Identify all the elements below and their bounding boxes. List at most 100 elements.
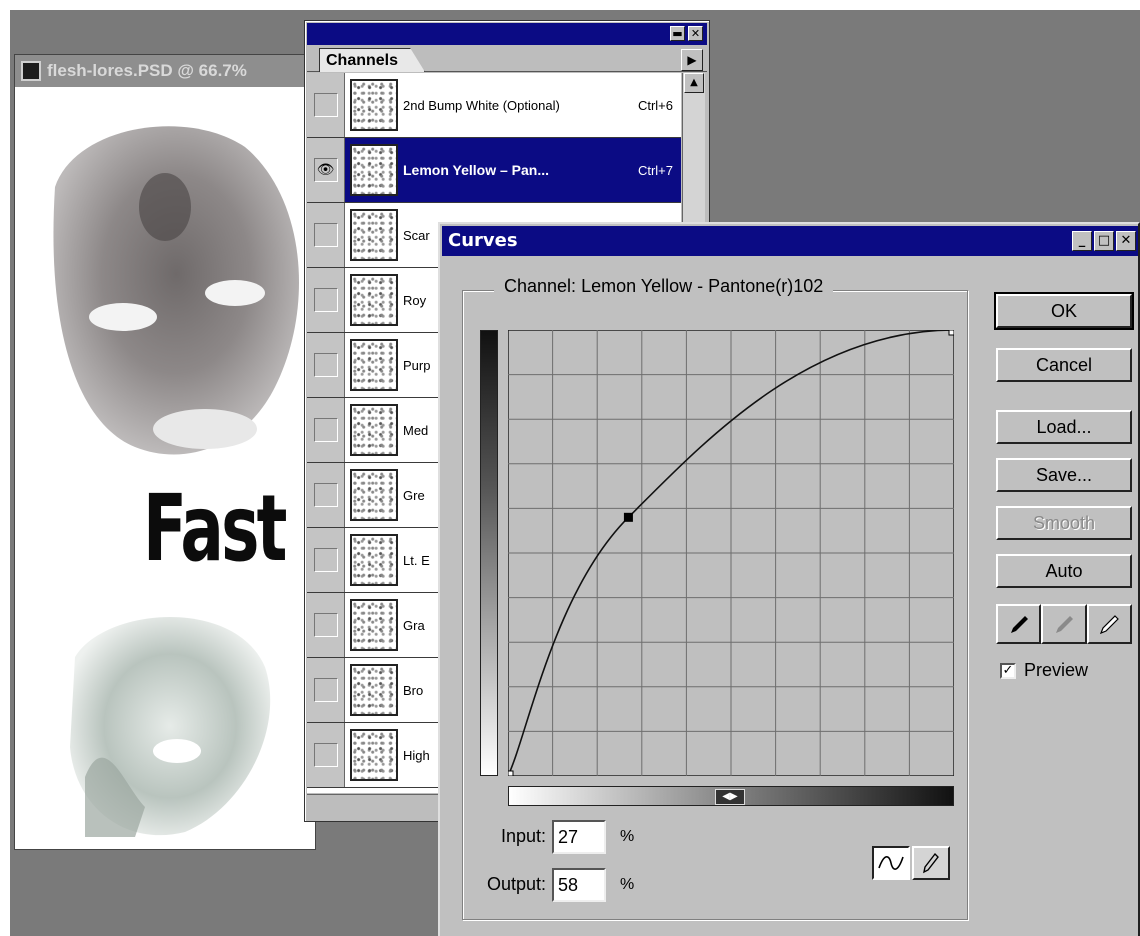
- channel-label: Channel:: [504, 276, 577, 296]
- palette-minimize-button[interactable]: ▬: [670, 26, 685, 41]
- channel-thumbnail: [350, 599, 398, 651]
- channel-thumbnail: [350, 469, 398, 521]
- channel-thumbnail: [350, 79, 398, 131]
- visibility-box[interactable]: [313, 678, 338, 702]
- save-button[interactable]: Save...: [996, 458, 1132, 492]
- visibility-box[interactable]: [313, 353, 338, 377]
- ok-button[interactable]: OK: [994, 292, 1134, 330]
- visibility-toggle[interactable]: [307, 658, 345, 722]
- channel-label-group: Channel: Lemon Yellow - Pantone(r)102: [494, 276, 834, 297]
- curves-dialog[interactable]: Curves _ □ ✕ Channel: Lemon Yellow - Pan…: [438, 222, 1140, 936]
- headline-text: Fast: [143, 475, 287, 582]
- input-label: Input:: [500, 826, 546, 846]
- document-window[interactable]: flesh-lores.PSD @ 66.7% Fast: [14, 54, 316, 850]
- eyedropper-group: [996, 604, 1132, 644]
- preview-label: Preview: [1024, 660, 1089, 680]
- preview-checkbox[interactable]: ✓: [1000, 662, 1016, 679]
- face-lips: [153, 409, 257, 449]
- curve-control-point[interactable]: [948, 330, 954, 336]
- visibility-toggle[interactable]: [307, 528, 345, 592]
- document-canvas[interactable]: Fast: [15, 87, 315, 849]
- face-bottom-lips: [153, 739, 201, 763]
- dialog-close-button[interactable]: ✕: [1116, 231, 1136, 251]
- visibility-box[interactable]: [313, 418, 338, 442]
- curves-graph[interactable]: [508, 330, 954, 776]
- visibility-box[interactable]: [313, 93, 338, 117]
- gray-eyedropper-icon: [1055, 616, 1073, 633]
- scroll-up-button[interactable]: ▲: [684, 73, 704, 93]
- palette-tabs: Channels ▶: [307, 45, 707, 72]
- white-eyedropper-icon: [1100, 615, 1120, 635]
- palette-close-button[interactable]: ✕: [688, 26, 703, 41]
- load-button[interactable]: Load...: [996, 410, 1132, 444]
- output-gradient-bar: [480, 330, 498, 776]
- visibility-toggle[interactable]: [307, 268, 345, 332]
- curve-control-point[interactable]: [623, 512, 633, 522]
- channel-thumbnail: [350, 209, 398, 261]
- curve-tool-icon: [878, 856, 904, 870]
- curve-tool-button[interactable]: [872, 846, 910, 880]
- dialog-minimize-button[interactable]: _: [1072, 231, 1092, 251]
- channel-thumbnail: [350, 534, 398, 586]
- visibility-box[interactable]: [313, 288, 338, 312]
- visibility-box[interactable]: [313, 548, 338, 572]
- channel-shortcut: Ctrl+6: [637, 97, 673, 113]
- channel-name: Lemon Yellow – Pan...: [403, 162, 550, 178]
- visibility-toggle[interactable]: [307, 463, 345, 527]
- channel-value: Lemon Yellow - Pantone(r)102: [581, 276, 824, 296]
- canvas-artwork: [53, 126, 299, 837]
- pencil-icon: [923, 852, 939, 874]
- output-field[interactable]: 58: [552, 868, 606, 902]
- channel-thumbnail: [350, 144, 398, 196]
- white-eyedropper-button[interactable]: [1086, 604, 1132, 644]
- eye-icon: 👁: [316, 162, 335, 178]
- curve-tool-group: [872, 846, 952, 882]
- channel-thumbnail: [350, 729, 398, 781]
- visibility-toggle[interactable]: [307, 398, 345, 462]
- document-titlebar[interactable]: flesh-lores.PSD @ 66.7%: [15, 55, 315, 87]
- input-percent: %: [620, 828, 635, 845]
- auto-button[interactable]: Auto: [996, 554, 1132, 588]
- curves-titlebar[interactable]: Curves _ □ ✕: [442, 226, 1138, 256]
- tab-channels[interactable]: Channels: [319, 48, 426, 72]
- channel-row[interactable]: 2nd Bump White (Optional) Ctrl+6: [307, 73, 681, 138]
- face-eye-left: [89, 303, 157, 331]
- visibility-toggle[interactable]: [307, 203, 345, 267]
- input-field[interactable]: 27: [552, 820, 606, 854]
- preview-option[interactable]: ✓ Preview: [1000, 660, 1088, 681]
- visibility-box[interactable]: [313, 743, 338, 767]
- output-percent: %: [620, 876, 635, 893]
- visibility-toggle[interactable]: 👁: [307, 138, 345, 202]
- cancel-button[interactable]: Cancel: [996, 348, 1132, 382]
- black-eyedropper-icon: [1010, 616, 1028, 633]
- channel-name: 2nd Bump White (Optional): [403, 97, 560, 113]
- gray-eyedropper-button[interactable]: [1041, 604, 1087, 644]
- visibility-toggle[interactable]: [307, 73, 345, 137]
- curve-control-point[interactable]: [508, 770, 514, 776]
- visibility-box[interactable]: [313, 613, 338, 637]
- black-eyedropper-button[interactable]: [996, 604, 1042, 644]
- input-gradient-bar[interactable]: ◀▶: [508, 786, 954, 806]
- palette-menu-arrow-icon[interactable]: ▶: [681, 49, 703, 71]
- visibility-box[interactable]: [313, 483, 338, 507]
- gradient-direction-toggle[interactable]: ◀▶: [715, 789, 745, 805]
- channel-thumbnail: [350, 664, 398, 716]
- document-title: flesh-lores.PSD @ 66.7%: [47, 61, 247, 80]
- channels-palette-titlebar[interactable]: ▬ ✕: [307, 23, 707, 45]
- visibility-toggle[interactable]: [307, 333, 345, 397]
- visibility-box[interactable]: 👁: [313, 158, 338, 182]
- photoshop-document-icon[interactable]: [21, 61, 41, 81]
- smooth-button[interactable]: Smooth: [996, 506, 1132, 540]
- pencil-tool-button[interactable]: [912, 846, 950, 880]
- visibility-box[interactable]: [313, 223, 338, 247]
- channel-row[interactable]: 👁 Lemon Yellow – Pan... Ctrl+7: [307, 138, 681, 203]
- channel-thumbnail: [350, 274, 398, 326]
- face-eye-right: [205, 280, 265, 306]
- channel-shortcut: Ctrl+7: [637, 162, 673, 178]
- visibility-toggle[interactable]: [307, 593, 345, 657]
- channel-thumbnail: [350, 404, 398, 456]
- dialog-maximize-button[interactable]: □: [1094, 231, 1114, 251]
- output-label: Output:: [486, 874, 546, 894]
- visibility-toggle[interactable]: [307, 723, 345, 787]
- curves-title: Curves: [448, 230, 518, 251]
